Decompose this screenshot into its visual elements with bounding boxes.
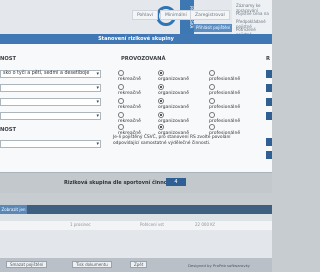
footer-note: Designed by ProPeb softwarovky	[188, 263, 250, 268]
sport-select-3[interactable]: ▾	[0, 98, 101, 106]
radio-button-icon	[118, 98, 124, 104]
occupation-note: Je-li pojištěný ČSVČ, pro stanovení RS z…	[113, 135, 231, 146]
bg-tab-2: Minimální	[160, 10, 192, 20]
radio-option-recreational[interactable]: rekreačně	[118, 124, 141, 136]
bg-right-item-2: Pojistné cena na	[236, 11, 269, 16]
radio-button-icon	[158, 124, 164, 130]
bg-tab-3: Zaregistroval	[190, 10, 230, 20]
radio-option-professional[interactable]: profesionálně	[209, 70, 240, 82]
table-cell-1: 1 prosinec	[70, 222, 91, 227]
sport-select-4[interactable]: ▾	[0, 112, 101, 120]
radio-button-icon	[118, 112, 124, 118]
bg-table-header	[0, 214, 272, 221]
radio-button-icon	[118, 70, 124, 76]
radio-option-professional[interactable]: profesionálně	[209, 84, 240, 96]
table-row	[0, 221, 272, 230]
row-action-button-1[interactable]	[266, 70, 272, 78]
sport-select-2[interactable]: ▾	[0, 84, 101, 92]
radio-button-icon	[158, 84, 164, 90]
chevron-down-icon: ▾	[96, 99, 99, 105]
radio-button-icon	[158, 98, 164, 104]
radio-option-professional[interactable]: profesionálně	[209, 124, 240, 136]
radio-option-recreational[interactable]: rekreačně	[118, 112, 141, 124]
radio-option-organized[interactable]: organizovaně	[158, 112, 189, 124]
radio-button-icon	[118, 124, 124, 130]
sport-select-1[interactable]: sko o tyči a pětí, sedmi a desetiboje ▾	[0, 70, 101, 78]
result-value: 4	[166, 178, 186, 186]
sport-select-1-value: sko o tyči a pětí, sedmi a desetiboje	[3, 71, 90, 76]
radio-button-icon	[158, 112, 164, 118]
radio-button-icon	[118, 84, 124, 90]
radio-option-recreational[interactable]: rekreačně	[118, 98, 141, 110]
dialog-title: Stanovení rizikové skupiny	[0, 34, 272, 44]
left-header-1: NOST	[0, 56, 17, 62]
row-action-button-4[interactable]	[266, 112, 272, 120]
row-action-button-3[interactable]	[266, 98, 272, 106]
radio-button-icon	[209, 112, 215, 118]
table-cell-2: Pohlcení vst	[140, 222, 164, 227]
radio-button-icon	[209, 70, 215, 76]
radio-button-icon	[209, 84, 215, 90]
row-action-button-6[interactable]	[266, 151, 272, 159]
occupation-select[interactable]: ▾	[0, 140, 101, 148]
show-entries-button[interactable]: Zobrazit jen zadání	[0, 205, 27, 221]
radio-option-recreational[interactable]: rekreačně	[118, 70, 141, 82]
delete-insurance-button[interactable]: Smazat pojištění	[6, 261, 48, 268]
radio-button-icon	[158, 70, 164, 76]
bg-table-body	[0, 230, 272, 258]
radio-option-professional[interactable]: profesionálně	[209, 98, 240, 110]
left-header-2: NOST	[0, 127, 17, 133]
middle-header: PROVOZOVANÁ	[121, 56, 166, 62]
back-button[interactable]: Zpět	[130, 261, 148, 268]
row-action-button-2[interactable]	[266, 84, 272, 92]
bg-blue-tab-label: Přihlásit pojištění	[196, 25, 231, 30]
radio-option-recreational[interactable]: rekreačně	[118, 84, 141, 96]
radio-option-organized[interactable]: organizovaně	[158, 70, 189, 82]
radio-button-icon	[209, 98, 215, 104]
print-document-button[interactable]: Tisk dokumentu	[72, 261, 112, 268]
radio-option-organized[interactable]: organizovaně	[158, 84, 189, 96]
chevron-down-icon: ▾	[96, 113, 99, 119]
bg-toolbar	[0, 205, 272, 214]
chevron-down-icon: ▾	[96, 71, 99, 77]
row-action-button-5[interactable]	[266, 138, 272, 146]
radio-option-organized[interactable]: organizovaně	[158, 124, 189, 136]
result-label: Riziková skupina dle sportovní činnosti:	[64, 180, 177, 186]
radio-button-icon	[209, 124, 215, 130]
bg-tab-1: Pohlaví	[132, 10, 159, 20]
table-cell-3: 22 000 Kč	[195, 222, 216, 227]
radio-option-professional[interactable]: profesionálně	[209, 112, 240, 124]
chevron-down-icon: ▾	[96, 85, 99, 91]
right-header: R	[266, 56, 270, 62]
radio-option-organized[interactable]: organizovaně	[158, 98, 189, 110]
chevron-down-icon: ▾	[96, 141, 99, 147]
